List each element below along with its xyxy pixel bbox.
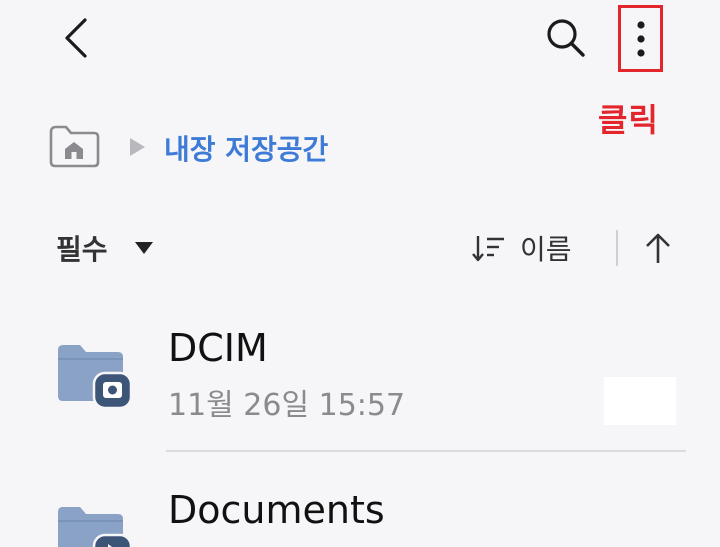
sort-divider xyxy=(616,230,618,266)
more-vertical-icon xyxy=(636,20,645,57)
chevron-left-icon xyxy=(65,18,87,58)
breadcrumb-home[interactable] xyxy=(46,124,100,168)
arrow-up-icon xyxy=(646,233,670,263)
file-name: Documents xyxy=(168,488,385,532)
home-folder-icon xyxy=(49,125,100,168)
more-options-button[interactable] xyxy=(618,5,663,72)
filter-dropdown[interactable]: 필수 xyxy=(56,226,154,270)
sort-order-button[interactable] xyxy=(638,226,678,270)
sort-icon xyxy=(472,236,504,262)
triangle-right-icon xyxy=(130,138,145,156)
back-button[interactable] xyxy=(48,10,104,66)
row-checkbox-area xyxy=(604,377,676,425)
search-button[interactable] xyxy=(536,10,596,66)
click-annotation: 클릭 xyxy=(598,101,659,139)
caret-down-icon xyxy=(134,242,153,254)
file-date: 11월 26일 15:57 xyxy=(168,388,406,423)
file-row-documents[interactable]: Documents xyxy=(40,480,690,547)
file-row-dcim[interactable]: DCIM 11월 26일 15:57 xyxy=(40,320,690,440)
camera-folder-icon xyxy=(58,345,132,410)
filter-label: 필수 xyxy=(56,233,108,266)
list-divider xyxy=(166,450,686,452)
sort-by-name-button[interactable]: 이름 xyxy=(470,226,572,270)
file-name: DCIM xyxy=(168,326,268,370)
breadcrumb-current[interactable]: 내장 저장공간 xyxy=(164,128,328,168)
search-icon xyxy=(547,19,585,57)
document-folder-icon xyxy=(58,507,132,547)
sort-label: 이름 xyxy=(520,233,572,266)
